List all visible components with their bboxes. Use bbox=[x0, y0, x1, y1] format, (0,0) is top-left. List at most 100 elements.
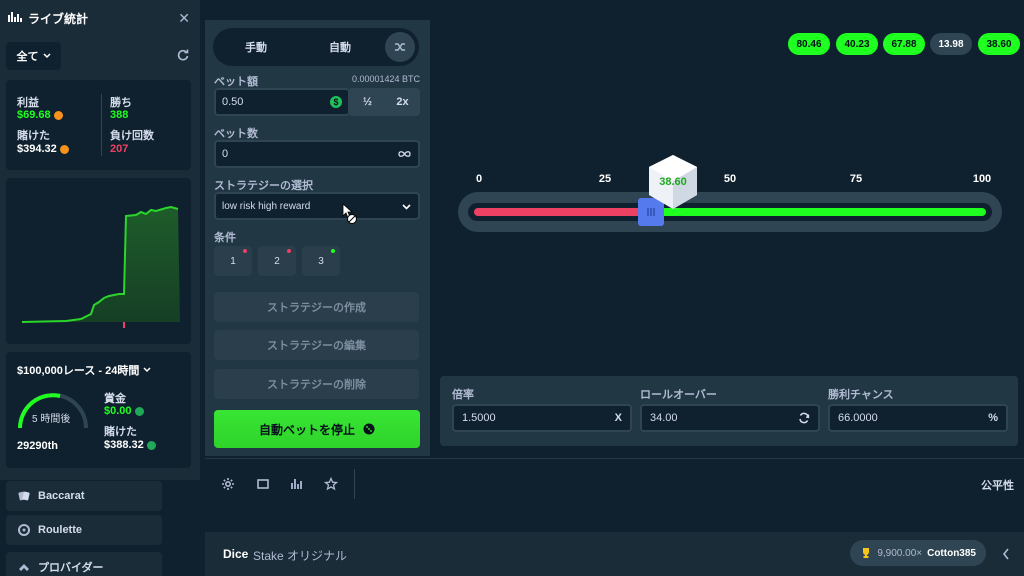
history-result[interactable]: 40.23 bbox=[836, 33, 878, 55]
wagered-value: $394.32 bbox=[17, 143, 69, 155]
scale-tick: 25 bbox=[598, 173, 612, 185]
roll-over-input[interactable]: 34.00 bbox=[640, 404, 820, 432]
win-chance-label: 勝利チャンス bbox=[828, 389, 894, 401]
history-result[interactable]: 13.98 bbox=[930, 33, 972, 55]
edit-strategy-button[interactable]: ストラテジーの編集 bbox=[214, 330, 419, 360]
close-icon[interactable]: ✕ bbox=[178, 10, 190, 27]
half-button[interactable]: ½ bbox=[350, 88, 385, 116]
wins-label: 勝ち bbox=[110, 97, 132, 109]
strategy-label: ストラテジーの選択 bbox=[214, 180, 313, 192]
race-title-row: $100,000レース - 24時間 bbox=[17, 362, 151, 378]
profit-chart bbox=[6, 178, 191, 344]
history-value: 67.88 bbox=[891, 38, 917, 50]
roll-slider[interactable] bbox=[458, 192, 1002, 232]
bet-count-input[interactable]: 0 bbox=[214, 140, 420, 168]
nav-item-providers[interactable]: プロバイダー bbox=[6, 552, 162, 576]
condition-label: 1 bbox=[230, 255, 236, 267]
stake-original-label: Stake オリジナル bbox=[253, 549, 348, 563]
multiplier-input[interactable]: 1.5000 X bbox=[452, 404, 632, 432]
double-label: 2x bbox=[396, 96, 409, 108]
win-chance-input[interactable]: 66.0000 % bbox=[828, 404, 1008, 432]
stats-divider bbox=[101, 94, 102, 156]
race-time-left: 5 時間後 bbox=[32, 414, 71, 425]
top-win-badge[interactable]: 9,900.00× Cotton385 bbox=[850, 540, 986, 566]
roll-result-dice: 38.60 bbox=[648, 154, 698, 210]
btc-coin-icon bbox=[59, 144, 69, 154]
theatre-mode-icon[interactable] bbox=[256, 477, 270, 491]
nav-item-roulette[interactable]: Roulette bbox=[6, 515, 162, 545]
condition-label: 2 bbox=[274, 255, 280, 267]
scale-tick: 100 bbox=[972, 173, 992, 185]
history-value: 13.98 bbox=[938, 38, 964, 50]
race-prize-value: $0.00 bbox=[104, 405, 144, 417]
stop-autobet-button[interactable]: 自動ベットを停止 bbox=[214, 410, 420, 448]
game-toolbar: 公平性 bbox=[205, 458, 1024, 508]
stats-filter-dropdown[interactable]: 全て bbox=[6, 42, 61, 70]
infinity-icon bbox=[398, 151, 411, 157]
stats-chart-icon[interactable] bbox=[290, 477, 304, 491]
race-rank: 29290th bbox=[17, 440, 58, 452]
double-button[interactable]: 2x bbox=[385, 88, 420, 116]
chevron-down-icon bbox=[143, 367, 151, 373]
multiplier-label: 倍率 bbox=[452, 389, 474, 401]
win-chance-suffix: % bbox=[988, 412, 998, 424]
half-label: ½ bbox=[362, 96, 373, 108]
tab-auto[interactable]: 自動 bbox=[305, 28, 375, 66]
multiplier-suffix: X bbox=[614, 412, 622, 424]
roll-over-label: ロールオーバー bbox=[640, 389, 717, 401]
race-wagered-amount: $388.32 bbox=[104, 439, 144, 451]
conditions-label: 条件 bbox=[214, 232, 236, 244]
race-wagered-value: $388.32 bbox=[104, 439, 156, 451]
edit-strategy-label: ストラテジーの編集 bbox=[267, 340, 366, 352]
history-result[interactable]: 67.88 bbox=[883, 33, 925, 55]
win-chance-value: 66.0000 bbox=[838, 412, 878, 424]
roll-result-value: 38.60 bbox=[659, 176, 687, 188]
bet-controls-panel: 手動 自動 ベット額 0.00001424 BTC 0.50 $ ½ 2x ベッ… bbox=[205, 20, 430, 456]
race-card[interactable]: $100,000レース - 24時間 5 時間後 29290th 賞金 $0.0… bbox=[6, 352, 191, 468]
roulette-icon bbox=[18, 524, 30, 536]
nav-item-label: Roulette bbox=[38, 524, 82, 536]
top-win-multiplier: 9,900.00× bbox=[877, 547, 923, 559]
status-dot bbox=[331, 249, 335, 253]
condition-1[interactable]: 1 bbox=[214, 246, 252, 276]
chevron-left-icon[interactable] bbox=[1002, 548, 1010, 560]
bet-amount-btc: 0.00001424 BTC bbox=[351, 74, 420, 84]
create-strategy-button[interactable]: ストラテジーの作成 bbox=[214, 292, 419, 322]
multiplier-value: 1.5000 bbox=[462, 412, 496, 424]
game-name: Dice bbox=[223, 547, 249, 561]
swap-icon[interactable] bbox=[798, 412, 810, 424]
losses-value: 207 bbox=[110, 143, 129, 155]
strategy-select[interactable]: low risk high reward bbox=[214, 192, 420, 220]
dollar-coin-icon: $ bbox=[330, 96, 342, 108]
refresh-icon[interactable] bbox=[176, 48, 190, 62]
history-value: 80.46 bbox=[796, 38, 822, 50]
race-wagered-label: 賭けた bbox=[104, 426, 137, 438]
nav-item-baccarat[interactable]: Baccarat bbox=[6, 481, 162, 511]
condition-2[interactable]: 2 bbox=[258, 246, 296, 276]
bet-count-label: ベット数 bbox=[214, 128, 258, 140]
gear-icon[interactable] bbox=[221, 477, 235, 491]
bet-parameters: 倍率 1.5000 X ロールオーバー 34.00 勝利チャンス 66.0000… bbox=[440, 376, 1018, 446]
dice-icon bbox=[363, 423, 375, 435]
wagered-label: 賭けた bbox=[17, 130, 50, 142]
history-result[interactable]: 80.46 bbox=[788, 33, 830, 55]
bet-amount-value: 0.50 bbox=[222, 96, 244, 108]
profit-chart-graph bbox=[21, 205, 180, 328]
bet-amount-input[interactable]: 0.50 $ bbox=[214, 88, 350, 116]
tab-manual[interactable]: 手動 bbox=[221, 28, 291, 66]
slider-lose-range bbox=[474, 208, 639, 216]
delete-strategy-button[interactable]: ストラテジーの削除 bbox=[214, 369, 419, 399]
tab-advanced[interactable] bbox=[385, 32, 415, 62]
star-icon[interactable] bbox=[324, 477, 338, 491]
btc-coin-icon bbox=[53, 110, 63, 120]
profit-value: $69.68 bbox=[17, 109, 63, 121]
toolbar-divider bbox=[354, 469, 355, 499]
fairness-link[interactable]: 公平性 bbox=[981, 477, 1014, 493]
stats-chart-icon bbox=[8, 11, 22, 26]
bet-mode-toggle: 手動 自動 bbox=[213, 28, 419, 66]
condition-3[interactable]: 3 bbox=[302, 246, 340, 276]
shuffle-icon bbox=[395, 43, 405, 51]
wins-value: 388 bbox=[110, 109, 129, 121]
scale-tick: 75 bbox=[849, 173, 863, 185]
history-result[interactable]: 38.60 bbox=[978, 33, 1020, 55]
